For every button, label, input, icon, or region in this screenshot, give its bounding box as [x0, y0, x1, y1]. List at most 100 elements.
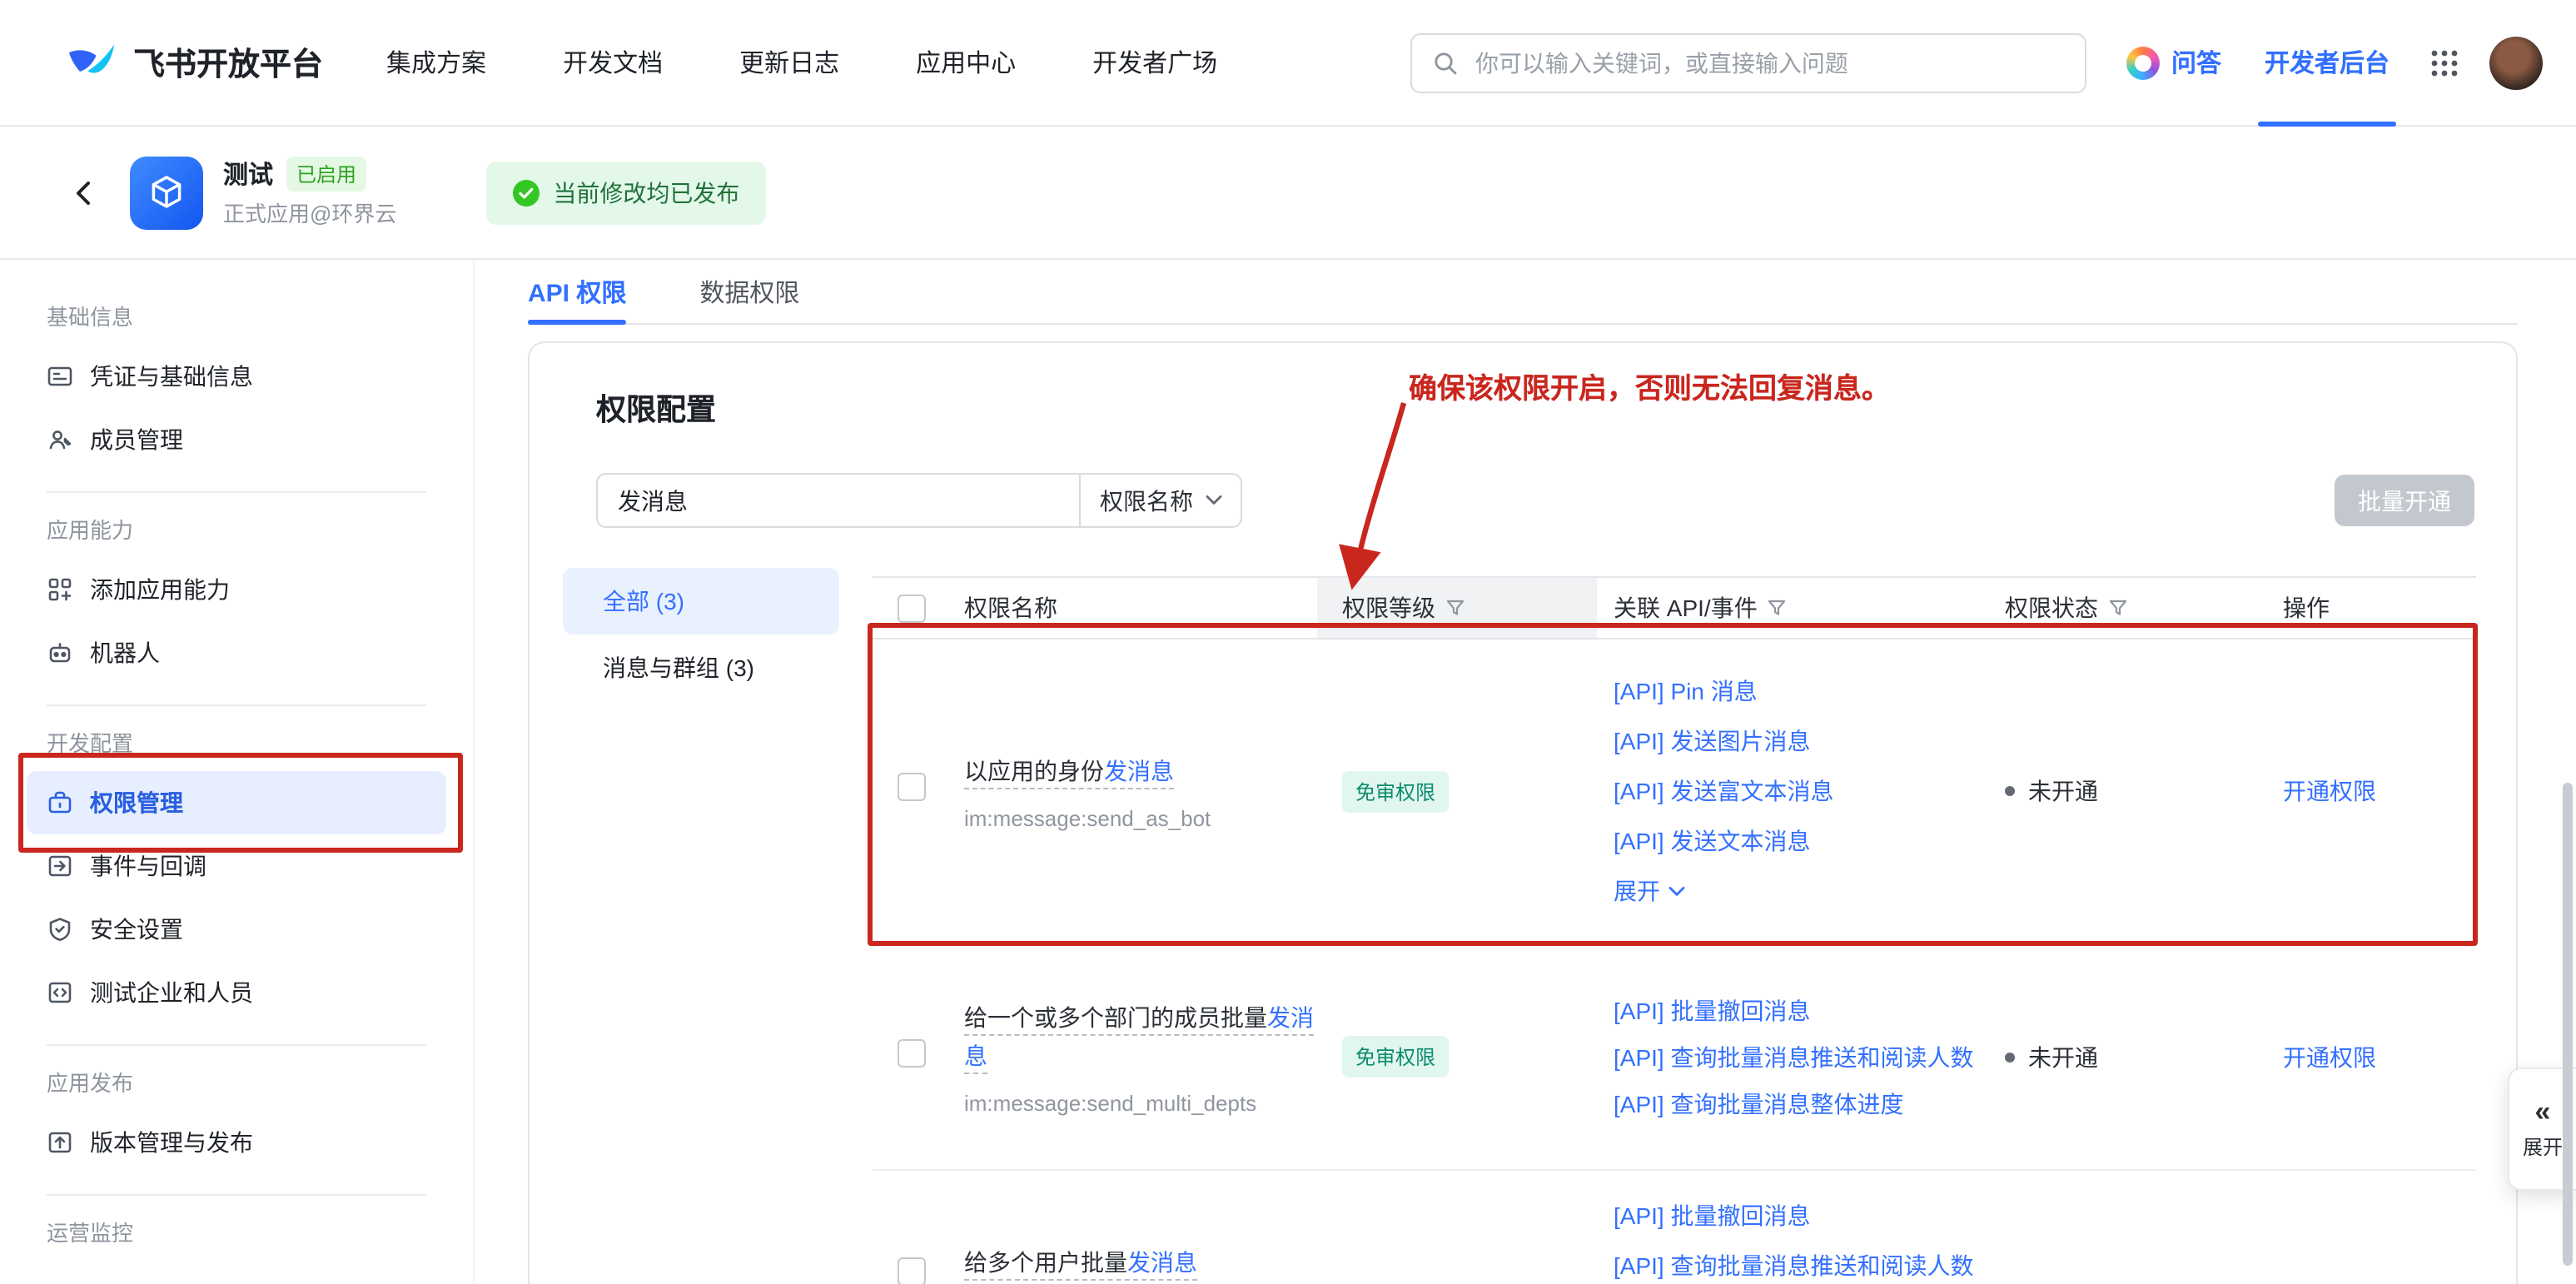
filter-icon[interactable] — [1445, 598, 1465, 618]
table-header-row: 权限名称 权限等级 关联 API/事件 权限状态 — [873, 576, 2476, 640]
event-callback-icon — [47, 853, 73, 879]
filter-icon[interactable] — [2108, 598, 2128, 618]
user-avatar[interactable] — [2489, 36, 2543, 89]
api-link[interactable]: [API] 查询批量消息推送和阅读人数 — [1614, 1241, 1983, 1284]
api-link[interactable]: [API] 查询批量消息推送和阅读人数 — [1614, 1033, 1983, 1080]
permissions-table: 权限名称 权限等级 关联 API/事件 权限状态 — [873, 576, 2476, 1284]
table-row: 以应用的身份发消息 im:message:send_as_bot 免审权限 [A… — [873, 640, 2476, 944]
qa-icon — [2126, 46, 2160, 79]
sidebar-item-credentials[interactable]: 凭证与基础信息 — [27, 345, 446, 408]
annotation-text: 确保该权限开启，否则无法回复消息。 — [1409, 365, 1890, 406]
nav-item-docs[interactable]: 开发文档 — [563, 45, 663, 80]
sidebar-item-security[interactable]: 安全设置 — [27, 898, 446, 961]
card-title: 权限配置 — [596, 386, 716, 430]
row-checkbox[interactable] — [898, 773, 926, 801]
tab-api-permissions[interactable]: API 权限 — [528, 260, 626, 323]
sidebar-item-label: 机器人 — [90, 636, 160, 669]
table-row: 给一个或多个部门的成员批量发消息 im:message:send_multi_d… — [873, 944, 2476, 1171]
global-search[interactable] — [1410, 32, 2086, 92]
nav-item-dev-console[interactable]: 开发者后台 — [2265, 0, 2390, 126]
header-permission-level: 权限等级 — [1317, 578, 1597, 638]
open-permission-link[interactable]: 开通权限 — [2283, 778, 2376, 804]
publish-version-icon — [47, 1129, 73, 1156]
nav-item-app-center[interactable]: 应用中心 — [916, 45, 1016, 80]
level-badge: 免审权限 — [1342, 770, 1449, 812]
permission-search-input[interactable] — [596, 473, 1081, 528]
sidebar: 基础信息 凭证与基础信息 成员管理 应用能力 添加应用能力 机器人 开发配置 — [0, 260, 475, 1284]
nav-item-integration[interactable]: 集成方案 — [386, 45, 486, 80]
tab-label: API 权限 — [528, 274, 626, 309]
sidebar-item-add-capability[interactable]: 添加应用能力 — [27, 558, 446, 621]
status-dot-icon — [2005, 1052, 2015, 1062]
sidebar-item-test-org[interactable]: 测试企业和人员 — [27, 961, 446, 1024]
sidebar-item-permissions[interactable]: 权限管理 — [27, 771, 446, 834]
sidebar-item-members[interactable]: 成员管理 — [27, 408, 446, 471]
app-icon — [130, 156, 203, 229]
double-chevron-left-icon: « — [2535, 1097, 2551, 1126]
qa-label: 问答 — [2171, 45, 2221, 80]
page: 飞书开放平台 集成方案 开发文档 更新日志 应用中心 开发者广场 问答 开发者后… — [0, 0, 2576, 1284]
category-list: 全部 (3) 消息与群组 (3) — [563, 568, 839, 701]
back-icon[interactable] — [70, 177, 100, 207]
batch-open-button[interactable]: 批量开通 — [2335, 475, 2474, 526]
permission-code: im:message:send_multi_depts — [964, 1090, 1317, 1115]
security-shield-icon — [47, 916, 73, 943]
sidebar-item-events[interactable]: 事件与回调 — [27, 834, 446, 898]
sidebar-item-version[interactable]: 版本管理与发布 — [27, 1111, 446, 1174]
category-all[interactable]: 全部 (3) — [563, 568, 839, 635]
sidebar-section-title: 运营监控 — [47, 1216, 426, 1247]
permission-name[interactable]: 以应用的身份发消息 — [964, 752, 1317, 790]
publish-status-text: 当前修改均已发布 — [553, 176, 739, 209]
header-permission-name: 权限名称 — [939, 578, 1317, 638]
credential-icon — [47, 363, 73, 390]
permission-name[interactable]: 给多个用户批量发消息 — [964, 1244, 1317, 1282]
page-scrollbar[interactable] — [2563, 783, 2573, 1266]
category-message-group[interactable]: 消息与群组 (3) — [563, 635, 839, 701]
top-navbar: 飞书开放平台 集成方案 开发文档 更新日志 应用中心 开发者广场 问答 开发者后… — [0, 0, 2576, 127]
sidebar-item-label: 安全设置 — [90, 913, 183, 946]
api-link[interactable]: [API] 发送富文本消息 — [1614, 766, 1983, 816]
apps-grid-icon[interactable] — [2429, 47, 2459, 77]
app-header: 测试 已启用 正式应用@环界云 当前修改均已发布 — [0, 127, 2576, 260]
add-capability-icon — [47, 576, 73, 603]
nav-item-dev-plaza[interactable]: 开发者广场 — [1092, 45, 1217, 80]
api-link[interactable]: [API] 发送图片消息 — [1614, 716, 1983, 766]
api-link[interactable]: [API] 发送文本消息 — [1614, 816, 1983, 866]
chevron-down-icon — [1205, 495, 1221, 506]
qa-link[interactable]: 问答 — [2126, 45, 2221, 80]
category-label: 全部 (3) — [603, 585, 684, 618]
status-badge-enabled: 已启用 — [286, 157, 366, 192]
search-input[interactable] — [1472, 47, 2065, 77]
permission-name[interactable]: 给一个或多个部门的成员批量发消息 — [964, 998, 1317, 1075]
divider — [47, 1044, 426, 1046]
code-brackets-icon — [47, 979, 73, 1006]
chevron-down-icon — [1668, 885, 1685, 897]
filter-icon[interactable] — [1768, 598, 1788, 618]
permission-search-group: 权限名称 — [596, 473, 1242, 528]
app-subtitle: 正式应用@环界云 — [223, 197, 396, 228]
api-link[interactable]: [API] 批量撤回消息 — [1614, 987, 1983, 1033]
api-link[interactable]: [API] Pin 消息 — [1614, 666, 1983, 716]
header-related-api: 关联 API/事件 — [1597, 578, 1983, 638]
search-type-label: 权限名称 — [1100, 484, 1193, 517]
table-row: 给多个用户批量发消息 [API] 批量撤回消息 [API] 查询批量消息推送和阅… — [873, 1171, 2476, 1284]
sidebar-item-bot[interactable]: 机器人 — [27, 621, 446, 684]
sidebar-section-title: 开发配置 — [47, 726, 426, 758]
api-link[interactable]: [API] 批量撤回消息 — [1614, 1191, 1983, 1241]
app-meta: 测试 已启用 正式应用@环界云 — [223, 157, 396, 228]
nav-item-changelog[interactable]: 更新日志 — [739, 45, 839, 80]
search-type-select[interactable]: 权限名称 — [1079, 473, 1242, 528]
open-permission-link[interactable]: 开通权限 — [2283, 1043, 2376, 1070]
api-link[interactable]: [API] 查询批量消息整体进度 — [1614, 1080, 1983, 1127]
divider — [47, 1194, 426, 1196]
api-list: [API] 批量撤回消息 [API] 查询批量消息推送和阅读人数 — [1614, 1171, 1983, 1284]
row-checkbox[interactable] — [898, 1038, 926, 1067]
row-checkbox[interactable] — [898, 1257, 926, 1284]
expand-apis-link[interactable]: 展开 — [1614, 866, 1983, 916]
permission-tabs: API 权限 数据权限 — [528, 260, 2518, 325]
feishu-logo-icon — [67, 41, 117, 84]
brand-name: 飞书开放平台 — [133, 40, 323, 85]
select-all-checkbox[interactable] — [898, 594, 926, 622]
brand[interactable]: 飞书开放平台 — [67, 40, 323, 85]
tab-data-permissions[interactable]: 数据权限 — [699, 260, 799, 323]
